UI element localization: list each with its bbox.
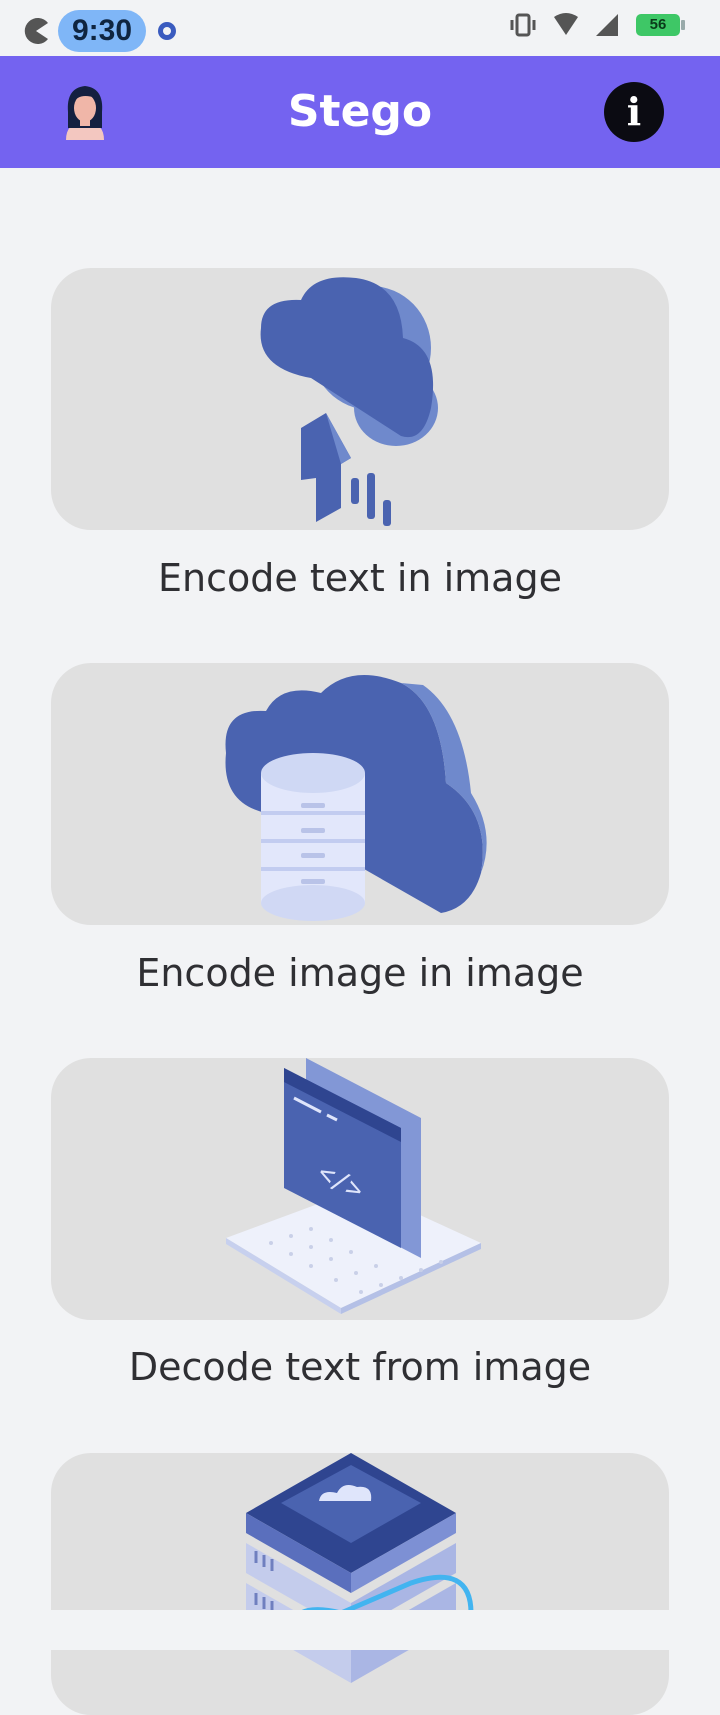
settings-gear-icon [158,22,177,40]
pacman-icon [24,18,48,44]
app-bar: Stego i [0,56,720,168]
server-card[interactable] [51,1453,669,1715]
clock: 9:30 [58,10,147,52]
battery-charging-icon: 56 [636,14,685,36]
encode-image-card[interactable] [51,663,669,925]
vibrate-icon [510,13,536,37]
encode-text-label[interactable]: Encode text in image [0,556,720,600]
encode-text-card[interactable] [51,268,669,530]
info-icon[interactable]: i [604,82,664,142]
cloud-database-illustration [225,675,487,921]
bottom-edge [0,1610,720,1650]
encode-image-label[interactable]: Encode image in image [0,951,720,995]
cloud-upload-illustration [260,277,438,526]
decode-text-card[interactable]: </> [51,1058,669,1320]
server-cloud-illustration [246,1453,474,1683]
status-bar: 9:30 56 [0,0,720,56]
signal-icon [596,14,618,36]
wifi-icon [554,13,578,35]
decode-text-label[interactable]: Decode text from image [0,1345,720,1389]
code-window-keyboard-illustration: </> [226,1058,481,1314]
